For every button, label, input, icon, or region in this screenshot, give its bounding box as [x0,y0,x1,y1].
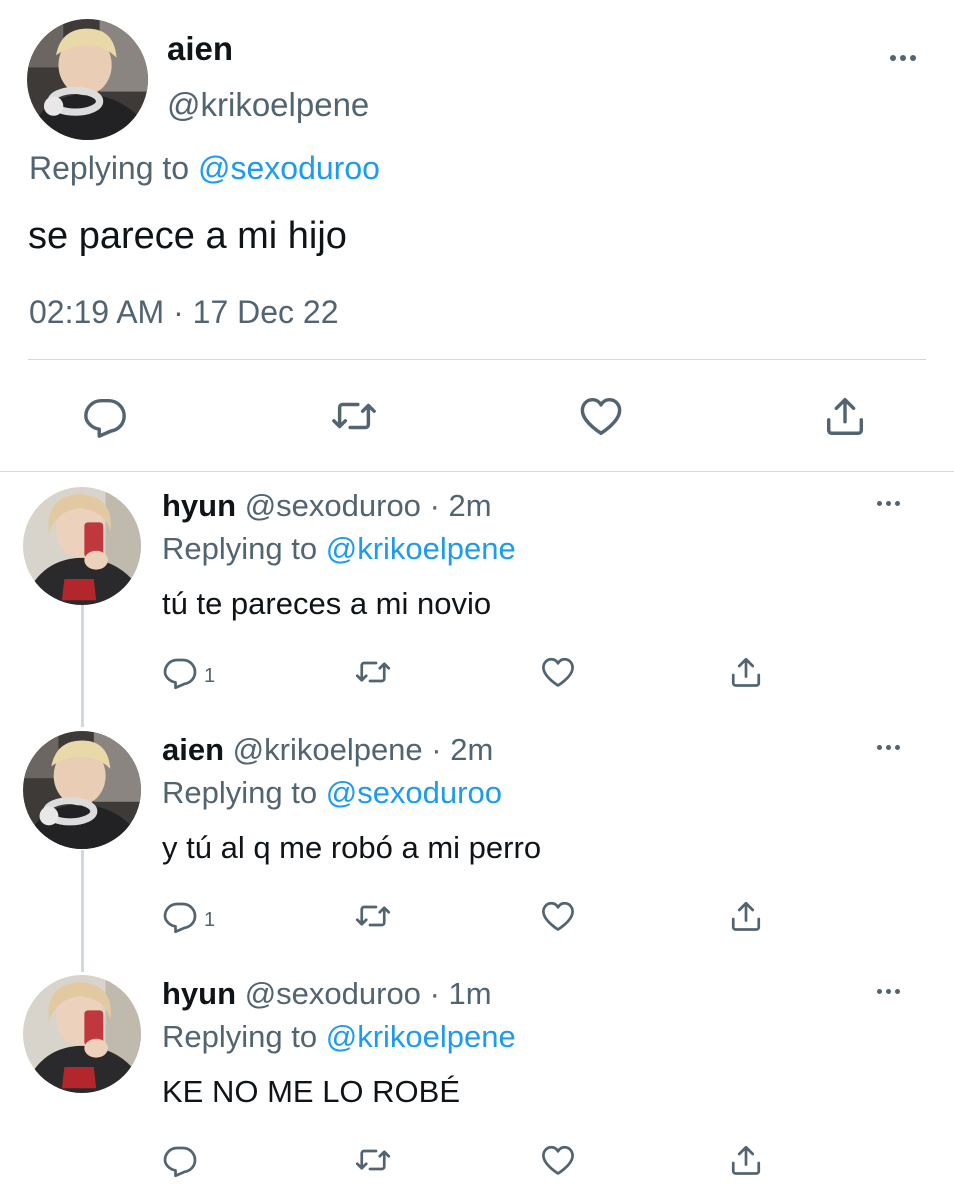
replying-to-label: Replying to [29,150,190,186]
replying-to: Replying to @sexoduroo [162,775,502,811]
avatar[interactable] [27,19,148,140]
reply-header: aien @krikoelpene · 2m [162,732,493,768]
author-handle[interactable]: @krikoelpene [167,86,369,124]
avatar[interactable] [23,487,141,605]
main-tweet: aien @krikoelpene Replying to @sexoduroo… [0,0,954,472]
avatar-hyun-image [23,975,141,1093]
relative-time[interactable]: 1m [449,976,492,1011]
dot-icon [895,989,900,994]
tweet-text: KE NO ME LO ROBÉ [162,1074,461,1109]
dot-icon [900,55,906,61]
dot-icon [886,501,891,506]
reply-button[interactable] [82,393,128,439]
like-icon [578,393,624,439]
mention-link[interactable]: @krikoelpene [326,1019,516,1054]
separator: · [431,732,442,767]
avatar-aien-image [23,731,141,849]
author-handle[interactable]: @sexoduroo [245,488,421,523]
share-icon [728,1142,764,1178]
avatar-aien-image [27,19,148,140]
avatar-hyun-image [23,487,141,605]
author-name[interactable]: hyun [162,488,236,523]
tweet-text: tú te pareces a mi novio [162,586,492,621]
share-button[interactable] [728,1142,764,1178]
dot-icon [886,989,891,994]
reply-tweet: hyun @sexoduroo · 1m Replying to @krikoe… [0,975,954,1190]
replying-to: Replying to @krikoelpene [162,531,516,567]
more-options-button[interactable] [890,55,916,61]
reply-icon [82,393,128,439]
reply-count: 1 [204,908,216,931]
dot-icon [895,745,900,750]
share-button[interactable] [728,898,764,934]
retweet-icon [329,393,379,439]
reply-icon [162,1142,198,1178]
retweet-icon [354,1142,392,1178]
dot-icon [877,501,882,506]
reply-icon [162,654,198,690]
more-options-button[interactable] [877,745,900,750]
like-icon [540,898,576,934]
divider [28,359,926,360]
avatar[interactable] [23,975,141,1093]
share-button[interactable] [728,654,764,690]
more-options-button[interactable] [877,989,900,994]
reply-tweet: aien @krikoelpene · 2m Replying to @sexo… [0,731,954,941]
like-button[interactable] [540,1142,576,1178]
like-icon [540,654,576,690]
reply-button[interactable] [162,1142,204,1178]
retweet-icon [354,654,392,690]
mention-link[interactable]: @krikoelpene [326,531,516,566]
divider [0,471,954,472]
dot-icon [910,55,916,61]
like-button[interactable] [540,654,576,690]
author-handle[interactable]: @krikoelpene [233,732,423,767]
relative-time[interactable]: 2m [450,732,493,767]
dot-icon [886,745,891,750]
mention-link[interactable]: @sexoduroo [326,775,502,810]
dot-icon [877,989,882,994]
share-icon [728,654,764,690]
retweet-icon [354,898,392,934]
reply-header: hyun @sexoduroo · 1m [162,976,492,1012]
reply-button[interactable]: 1 [162,654,215,690]
replying-to: Replying to @krikoelpene [162,1019,516,1055]
avatar[interactable] [23,731,141,849]
share-icon [728,898,764,934]
reply-button[interactable]: 1 [162,898,215,934]
tweet-timestamp[interactable]: 02:19 AM · 17 Dec 22 [29,294,339,331]
author-name[interactable]: aien [162,732,224,767]
share-button[interactable] [822,393,868,439]
tweet-text: y tú al q me robó a mi perro [162,830,542,865]
more-options-button[interactable] [877,501,900,506]
relative-time[interactable]: 2m [449,488,492,523]
replying-to: Replying to @sexoduroo [29,150,380,187]
author-name[interactable]: hyun [162,976,236,1011]
like-button[interactable] [540,898,576,934]
dot-icon [890,55,896,61]
retweet-button[interactable] [354,654,392,690]
retweet-button[interactable] [329,393,379,439]
replying-to-label: Replying to [162,775,318,810]
author-handle[interactable]: @sexoduroo [245,976,421,1011]
tweet-text: se parece a mi hijo [28,215,347,257]
like-button[interactable] [578,393,624,439]
like-icon [540,1142,576,1178]
retweet-button[interactable] [354,1142,392,1178]
reply-header: hyun @sexoduroo · 2m [162,488,492,524]
separator: · [429,488,440,523]
separator: · [429,976,440,1011]
replying-to-label: Replying to [162,531,318,566]
retweet-button[interactable] [354,898,392,934]
reply-tweet: hyun @sexoduroo · 2m Replying to @krikoe… [0,487,954,697]
reply-count: 1 [204,664,216,687]
reply-icon [162,898,198,934]
share-icon [822,393,868,439]
dot-icon [877,745,882,750]
replying-to-label: Replying to [162,1019,318,1054]
dot-icon [895,501,900,506]
mention-link[interactable]: @sexoduroo [198,150,380,186]
author-name[interactable]: aien [167,30,233,68]
